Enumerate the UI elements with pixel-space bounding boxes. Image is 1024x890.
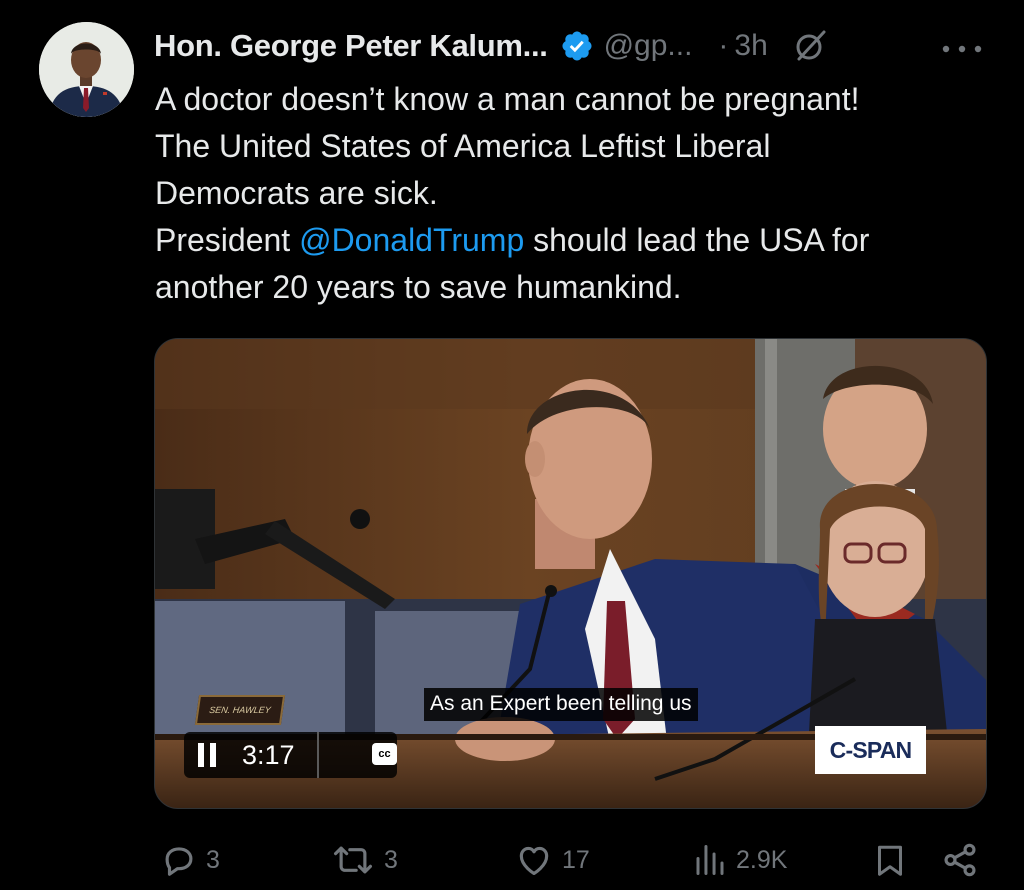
author-name[interactable]: Hon. George Peter Kalum... bbox=[154, 28, 548, 64]
repost-count: 3 bbox=[384, 845, 398, 874]
share-button[interactable] bbox=[940, 836, 980, 884]
reply-count: 3 bbox=[206, 845, 220, 874]
tweet-header: Hon. George Peter Kalum... @gp... · 3h bbox=[154, 20, 994, 72]
bookmark-button[interactable] bbox=[872, 836, 908, 884]
reply-button[interactable]: 3 bbox=[160, 836, 220, 884]
like-icon bbox=[519, 846, 549, 876]
tweet-text-line: President @DonaldTrump should lead the U… bbox=[155, 217, 995, 264]
video-controls: 3:17 cc bbox=[184, 732, 397, 778]
share-icon bbox=[944, 843, 976, 877]
nameplate: SEN. HAWLEY bbox=[194, 695, 286, 725]
reply-icon bbox=[165, 847, 193, 876]
bookmark-icon bbox=[878, 845, 902, 876]
views-icon bbox=[696, 845, 724, 875]
avatar[interactable] bbox=[39, 22, 134, 117]
view-count: 2.9K bbox=[736, 845, 788, 874]
controls-divider bbox=[317, 732, 319, 778]
tweet-text-line: Democrats are sick. bbox=[155, 175, 438, 211]
video-player[interactable]: SEN. HAWLEY As an Expert been telling us… bbox=[154, 338, 987, 809]
action-bar: 3 3 17 2.9K bbox=[0, 836, 1024, 884]
separator-dot: · bbox=[718, 29, 729, 62]
tweet-text-line: The United States of America Leftist Lib… bbox=[155, 128, 771, 164]
pause-icon[interactable] bbox=[198, 743, 218, 767]
grok-icon[interactable] bbox=[792, 28, 828, 64]
post-time[interactable]: 3h bbox=[734, 29, 767, 63]
verified-badge-icon bbox=[562, 31, 592, 61]
views-button[interactable]: 2.9K bbox=[692, 836, 787, 884]
channel-logo: C-SPAN bbox=[815, 726, 926, 774]
text-segment: President bbox=[155, 222, 300, 258]
like-count: 17 bbox=[562, 845, 590, 874]
author-handle[interactable]: @gp... bbox=[604, 29, 693, 63]
video-caption: As an Expert been telling us bbox=[424, 688, 698, 721]
tweet[interactable]: Hon. George Peter Kalum... @gp... · 3h A… bbox=[0, 0, 1024, 890]
cc-icon[interactable]: cc bbox=[372, 743, 397, 765]
repost-icon bbox=[334, 846, 372, 874]
text-segment: should lead the USA for bbox=[524, 222, 870, 258]
nameplate-text: SEN. HAWLEY bbox=[208, 705, 272, 715]
tweet-text-line: A doctor doesn’t know a man cannot be pr… bbox=[155, 81, 860, 117]
tweet-text: A doctor doesn’t know a man cannot be pr… bbox=[155, 76, 995, 311]
more-icon[interactable] bbox=[940, 44, 984, 54]
mention-link[interactable]: @DonaldTrump bbox=[299, 222, 524, 258]
like-button[interactable]: 17 bbox=[514, 836, 590, 884]
repost-button[interactable]: 3 bbox=[330, 836, 398, 884]
video-elapsed-time: 3:17 bbox=[242, 740, 295, 770]
tweet-text-line: another 20 years to save humankind. bbox=[155, 269, 682, 305]
